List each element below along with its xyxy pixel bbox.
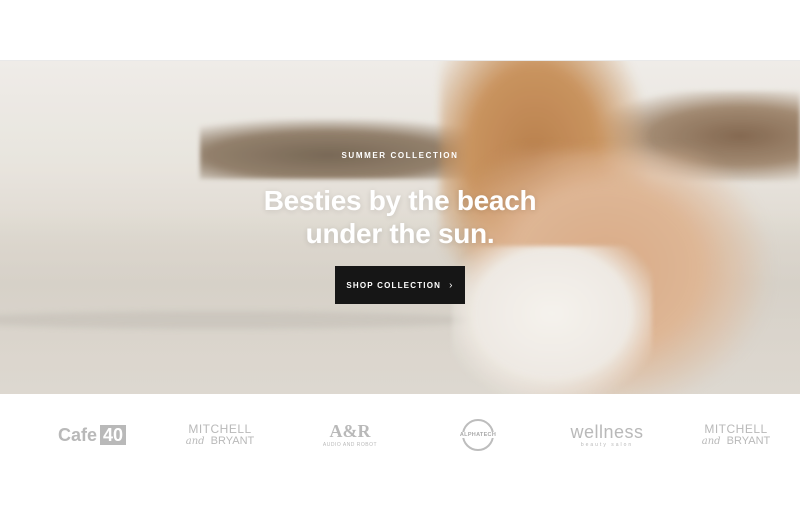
hero-eyebrow: SUMMER COLLECTION	[341, 151, 459, 160]
mitchell-bryant-and: and	[185, 435, 205, 447]
mitchell-bryant-logo[interactable]: MITCHELL and BRYANT	[180, 420, 260, 450]
brand-logos-strip: Cafe 40 MITCHELL and BRYANT A&R AUDIO AN…	[0, 395, 800, 510]
cafe40-logo-badge: 40	[99, 425, 127, 445]
hero-headline: Besties by the beach under the sun.	[0, 184, 800, 250]
alphatech-ring-icon: ALPHATECH	[458, 419, 498, 451]
mitchell-bryant-line-2: BRYANT	[210, 434, 255, 447]
mitchell-bryant-line-1: MITCHELL	[188, 421, 252, 436]
chevron-right-icon: ›	[449, 279, 454, 291]
alphatech-logo-text: ALPHATECH	[458, 432, 498, 438]
ar-logo-tagline: AUDIO AND ROBOT	[322, 442, 378, 448]
cafe40-logo[interactable]: Cafe 40	[54, 420, 130, 450]
wellness-logo-tagline: beauty salon	[580, 442, 634, 448]
shop-collection-label: SHOP COLLECTION	[346, 280, 442, 290]
mitchell-bryant-and: and	[701, 435, 721, 447]
alphatech-logo[interactable]: ALPHATECH	[450, 419, 506, 451]
cafe40-logo-text: Cafe	[57, 424, 97, 445]
wellness-logo[interactable]: wellness beauty salon	[560, 420, 654, 450]
wellness-logo-text: wellness	[570, 422, 644, 442]
mitchell-bryant-logo-2[interactable]: MITCHELL and BRYANT	[696, 420, 776, 450]
ar-logo-text: A&R	[329, 421, 371, 441]
hero-headline-line-2: under the sun.	[305, 218, 495, 249]
mitchell-bryant-line-2: BRYANT	[726, 434, 771, 447]
top-header-bar	[0, 0, 800, 61]
ar-logo[interactable]: A&R AUDIO AND ROBOT	[318, 420, 382, 450]
mitchell-bryant-line-1: MITCHELL	[704, 421, 768, 436]
shop-collection-button[interactable]: SHOP COLLECTION ›	[335, 266, 465, 304]
hero-banner: SUMMER COLLECTION Besties by the beach u…	[0, 61, 800, 394]
hero-headline-line-1: Besties by the beach	[263, 185, 537, 216]
